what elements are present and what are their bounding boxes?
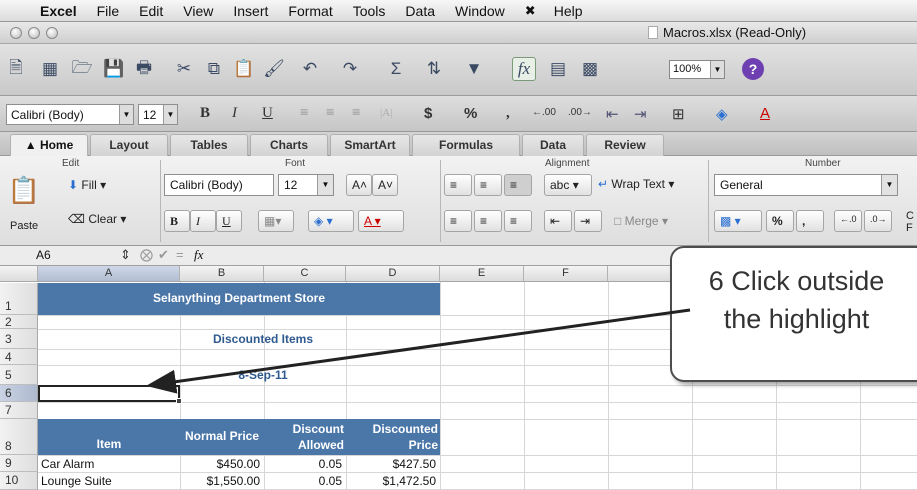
- arrow-line: [146, 308, 691, 394]
- callout-arrow: [146, 308, 691, 394]
